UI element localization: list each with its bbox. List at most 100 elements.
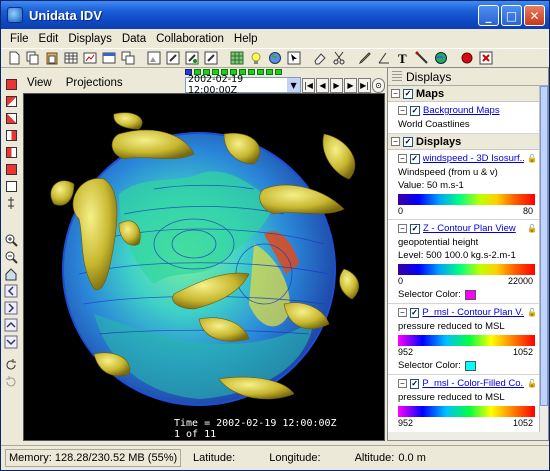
scrollbar-thumb[interactable] <box>540 86 548 406</box>
text-icon[interactable]: T <box>394 50 412 67</box>
memory-indicator[interactable]: Memory: 128.28/230.52 MB (55%) <box>5 449 181 467</box>
collapse-icon[interactable]: − <box>398 154 407 163</box>
collapse-icon[interactable]: − <box>398 379 407 388</box>
vertical-scale-icon[interactable] <box>4 196 18 210</box>
menu-displays[interactable]: Displays <box>63 33 116 45</box>
displays-visibility-checkbox[interactable]: ✓ <box>403 136 413 147</box>
step-back-icon[interactable]: ◀ <box>316 77 329 93</box>
collapse-icon[interactable]: − <box>391 137 400 146</box>
pan-right-icon[interactable] <box>4 301 18 315</box>
earth-icon[interactable] <box>432 50 450 67</box>
color-bar[interactable] <box>398 194 535 205</box>
display-link[interactable]: P_msl - Color-Filled Co... <box>422 378 524 389</box>
image-edit-icon[interactable] <box>164 50 182 67</box>
rotate-reverse-icon[interactable] <box>4 375 18 389</box>
title-bar[interactable]: Unidata IDV _ □ ✕ <box>1 1 549 29</box>
collapse-icon[interactable]: − <box>391 89 400 98</box>
menu-help[interactable]: Help <box>229 33 263 45</box>
play-icon[interactable]: ▶ <box>330 77 343 93</box>
color-bar[interactable] <box>398 264 535 275</box>
visibility-checkbox[interactable]: ✓ <box>409 378 420 389</box>
3d-globe-viewport[interactable]: Time = 2002-02-19 12:00:00Z 1 of 11 <box>23 93 385 441</box>
display-link[interactable]: Background Maps <box>423 105 500 116</box>
first-step-icon[interactable]: |◀ <box>302 77 315 93</box>
scissors-icon[interactable] <box>330 50 348 67</box>
last-step-icon[interactable]: ▶| <box>358 77 371 93</box>
menu-data[interactable]: Data <box>117 33 151 45</box>
grip-icon[interactable] <box>392 70 402 83</box>
menu-projections[interactable]: Projections <box>66 77 123 89</box>
table-edit-icon[interactable] <box>202 50 220 67</box>
chart-icon[interactable] <box>81 50 99 67</box>
wireframe-box-icon[interactable] <box>4 179 18 193</box>
cube-east-icon[interactable] <box>4 128 18 142</box>
cube-west-icon[interactable] <box>4 145 18 159</box>
visibility-checkbox[interactable]: ✓ <box>409 307 420 318</box>
maps-visibility-checkbox[interactable]: ✓ <box>403 88 413 99</box>
menu-collaboration[interactable]: Collaboration <box>151 33 229 45</box>
angle-icon[interactable] <box>375 50 393 67</box>
collapse-icon[interactable]: − <box>398 106 407 115</box>
rotate-icon[interactable] <box>4 358 18 372</box>
delete-icon[interactable] <box>477 50 495 67</box>
maximize-button[interactable]: □ <box>501 5 522 26</box>
close-button[interactable]: ✕ <box>524 5 545 26</box>
new-icon[interactable] <box>5 50 23 67</box>
displays-section-header[interactable]: − ✓ Displays <box>388 134 540 150</box>
globe-icon[interactable] <box>266 50 284 67</box>
visibility-checkbox[interactable]: ✓ <box>409 153 420 164</box>
record-icon[interactable] <box>458 50 476 67</box>
transect-icon[interactable] <box>413 50 431 67</box>
menu-edit[interactable]: Edit <box>34 33 64 45</box>
cube-south-icon[interactable] <box>4 111 18 125</box>
visibility-checkbox[interactable]: ✓ <box>410 223 420 234</box>
copy-icon[interactable] <box>24 50 42 67</box>
collapse-icon[interactable]: − <box>398 308 407 317</box>
collapse-icon[interactable]: − <box>398 224 407 233</box>
image-add-icon[interactable] <box>183 50 201 67</box>
menu-view[interactable]: View <box>27 77 52 89</box>
lock-icon[interactable]: 🔓 <box>527 379 537 388</box>
minimize-button[interactable]: _ <box>478 5 499 26</box>
cube-top-icon[interactable] <box>4 77 18 91</box>
zoom-in-icon[interactable] <box>4 233 18 247</box>
image-icon[interactable] <box>145 50 163 67</box>
selector-color-swatch[interactable] <box>464 289 476 300</box>
pan-left-icon[interactable] <box>4 284 18 298</box>
visibility-checkbox[interactable]: ✓ <box>410 105 420 116</box>
grid-icon[interactable] <box>228 50 246 67</box>
eraser-icon[interactable] <box>311 50 329 67</box>
pan-down-icon[interactable] <box>4 335 18 349</box>
displays-panel: Displays − ✓ Maps − ✓ Background Maps Wo… <box>387 67 549 441</box>
lock-icon[interactable]: 🔓 <box>527 154 537 163</box>
lock-icon[interactable]: 🔓 <box>527 308 537 317</box>
step-forward-icon[interactable]: ▶ <box>344 77 357 93</box>
display-link[interactable]: windspeed - 3D Isosurf... <box>423 153 525 164</box>
animation-settings-icon[interactable]: ⊙ <box>372 77 385 93</box>
lightbulb-icon[interactable] <box>247 50 265 67</box>
paste-icon[interactable] <box>43 50 61 67</box>
select-icon[interactable] <box>285 50 303 67</box>
time-select[interactable]: 2002-02-19 12:00:00Z ▼ <box>185 74 301 96</box>
stack-icon[interactable] <box>119 50 137 67</box>
displays-scrollbar[interactable] <box>539 86 548 440</box>
table-icon[interactable] <box>62 50 80 67</box>
menu-file[interactable]: File <box>5 33 34 45</box>
window-icon[interactable] <box>100 50 118 67</box>
pan-up-icon[interactable] <box>4 318 18 332</box>
display-field-name: Windspeed (from u & v) <box>398 167 498 178</box>
display-link[interactable]: Z - Contour Plan View <box>423 223 516 234</box>
color-bar[interactable] <box>398 335 535 346</box>
chevron-down-icon[interactable]: ▼ <box>287 78 300 92</box>
color-bar[interactable] <box>398 406 535 417</box>
cube-north-icon[interactable] <box>4 94 18 108</box>
displays-horizontal-scrollbar[interactable] <box>388 432 540 440</box>
lock-icon[interactable]: 🔓 <box>527 224 537 233</box>
home-icon[interactable] <box>4 267 18 281</box>
maps-section-header[interactable]: − ✓ Maps <box>388 86 540 102</box>
display-link[interactable]: P_msl - Contour Plan V... <box>422 307 524 318</box>
cube-bottom-icon[interactable] <box>4 162 18 176</box>
zoom-out-icon[interactable] <box>4 250 18 264</box>
pencil-icon[interactable] <box>356 50 374 67</box>
selector-color-swatch[interactable] <box>464 360 476 371</box>
